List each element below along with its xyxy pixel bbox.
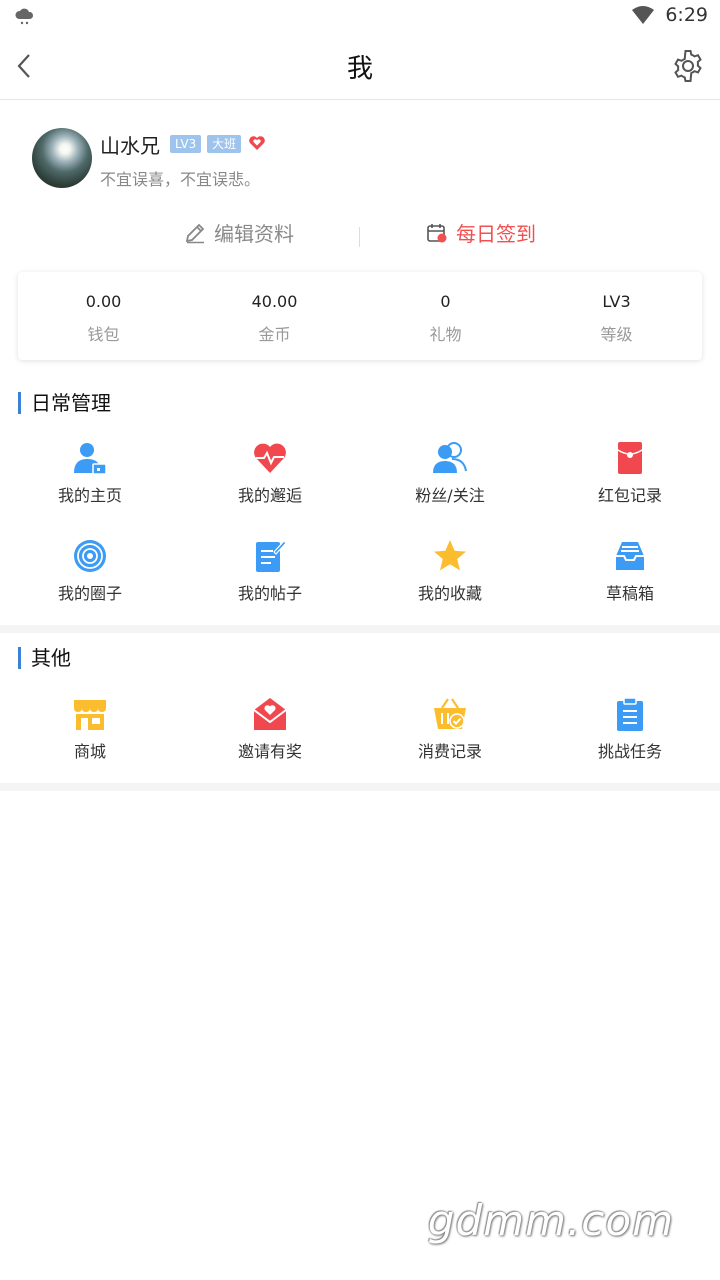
grid-label: 我的收藏 — [417, 584, 482, 603]
profile-actions: 编辑资料 每日签到 — [0, 218, 720, 256]
user-home-icon — [74, 443, 107, 475]
avatar[interactable] — [32, 128, 92, 188]
grid-label: 商城 — [73, 742, 106, 761]
grid-item-drafts[interactable]: 草稿箱 — [540, 538, 720, 636]
grid-item-my-favorites[interactable]: 我的收藏 — [360, 538, 540, 636]
daily-sign-in-button[interactable]: 每日签到 — [426, 218, 536, 247]
basket-check-icon — [434, 698, 466, 729]
status-bar: 6:29 — [0, 0, 720, 34]
stat-value: 0 — [440, 292, 451, 311]
stat-gifts[interactable]: 0 礼物 — [360, 272, 531, 360]
grid-label: 我的主页 — [57, 486, 122, 505]
grid-label: 消费记录 — [417, 742, 482, 761]
grid-item-challenge-tasks[interactable]: 挑战任务 — [540, 696, 720, 794]
settings-gear-icon[interactable] — [670, 48, 706, 84]
shop-icon — [74, 700, 106, 730]
pencil-icon — [185, 223, 205, 243]
grid-item-followers[interactable]: 粉丝/关注 — [360, 440, 540, 538]
star-icon — [434, 540, 466, 571]
grid-label: 我的帖子 — [237, 584, 302, 603]
grid-item-my-circles[interactable]: 我的圈子 — [0, 538, 180, 636]
stats-card: 0.00 钱包 40.00 金币 0 礼物 LV3 等级 — [18, 272, 702, 360]
grid-item-my-encounters[interactable]: 我的邂逅 — [180, 440, 360, 538]
other-grid: 商城 邀请有奖 消费记录 挑战任务 — [0, 696, 720, 794]
weather-cloud-icon — [15, 8, 34, 25]
red-envelope-icon — [617, 442, 643, 474]
circle-target-icon — [74, 540, 106, 572]
grid-item-invite-reward[interactable]: 邀请有奖 — [180, 696, 360, 794]
wifi-icon — [632, 6, 655, 24]
grid-item-purchase-history[interactable]: 消费记录 — [360, 696, 540, 794]
stat-label: 金币 — [258, 325, 291, 344]
grid-item-my-homepage[interactable]: 我的主页 — [0, 440, 180, 538]
daily-sign-in-label: 每日签到 — [456, 222, 536, 246]
stat-label: 钱包 — [87, 325, 120, 344]
calendar-check-icon — [427, 223, 447, 242]
stat-value: LV3 — [602, 292, 631, 311]
grid-item-red-envelope[interactable]: 红包记录 — [540, 440, 720, 538]
profile-header[interactable]: 山水兄 LV3 大班 不宜误喜，不宜误悲。 — [32, 128, 692, 190]
class-badge: 大班 — [207, 135, 242, 153]
grid-label: 挑战任务 — [597, 742, 662, 761]
stat-coins[interactable]: 40.00 金币 — [189, 272, 360, 360]
post-edit-icon — [256, 540, 287, 572]
stat-wallet[interactable]: 0.00 钱包 — [18, 272, 189, 360]
status-time: 6:29 — [665, 4, 708, 26]
other-section: 其他 商城 邀请有奖 消费记录 挑战任务 — [0, 633, 720, 783]
watermark: gdmm.com — [427, 1196, 674, 1245]
grid-label: 我的邂逅 — [237, 486, 302, 505]
action-divider — [359, 227, 360, 247]
grid-label: 我的圈子 — [57, 584, 122, 603]
grid-item-my-posts[interactable]: 我的帖子 — [180, 538, 360, 636]
edit-profile-label: 编辑资料 — [214, 222, 294, 246]
user-signature: 不宜误喜，不宜误悲。 — [100, 170, 261, 189]
daily-grid: 我的主页 我的邂逅 粉丝/关注 红包记录 我的圈子 我的帖子 我的收藏 草稿箱 — [0, 440, 720, 636]
section-divider — [0, 625, 720, 633]
stat-label: 等级 — [600, 325, 633, 344]
grid-label: 邀请有奖 — [237, 742, 302, 761]
username: 山水兄 — [100, 134, 160, 158]
clipboard-icon — [617, 697, 643, 731]
grid-item-shop[interactable]: 商城 — [0, 696, 180, 794]
section-title: 其他 — [18, 647, 71, 669]
nav-bar: 我 — [0, 34, 720, 100]
vip-heart-icon — [249, 136, 265, 150]
followers-icon — [433, 442, 467, 473]
stat-level[interactable]: LV3 等级 — [531, 272, 702, 360]
grid-label: 粉丝/关注 — [415, 486, 485, 505]
level-badge: LV3 — [170, 135, 202, 153]
section-divider — [0, 783, 720, 791]
drafts-inbox-icon — [616, 542, 644, 570]
page-title: 我 — [346, 54, 373, 84]
grid-label: 红包记录 — [597, 486, 662, 505]
invite-mail-icon — [253, 698, 287, 730]
stat-value: 0.00 — [85, 292, 122, 311]
daily-management-section: 日常管理 我的主页 我的邂逅 粉丝/关注 红包记录 我的圈子 我的帖子 我的收藏… — [0, 380, 720, 625]
stat-label: 礼物 — [429, 325, 462, 344]
edit-profile-button[interactable]: 编辑资料 — [184, 218, 294, 247]
stat-value: 40.00 — [251, 292, 298, 311]
section-title: 日常管理 — [18, 392, 111, 414]
grid-label: 草稿箱 — [605, 584, 654, 603]
heart-pulse-icon — [254, 443, 286, 473]
